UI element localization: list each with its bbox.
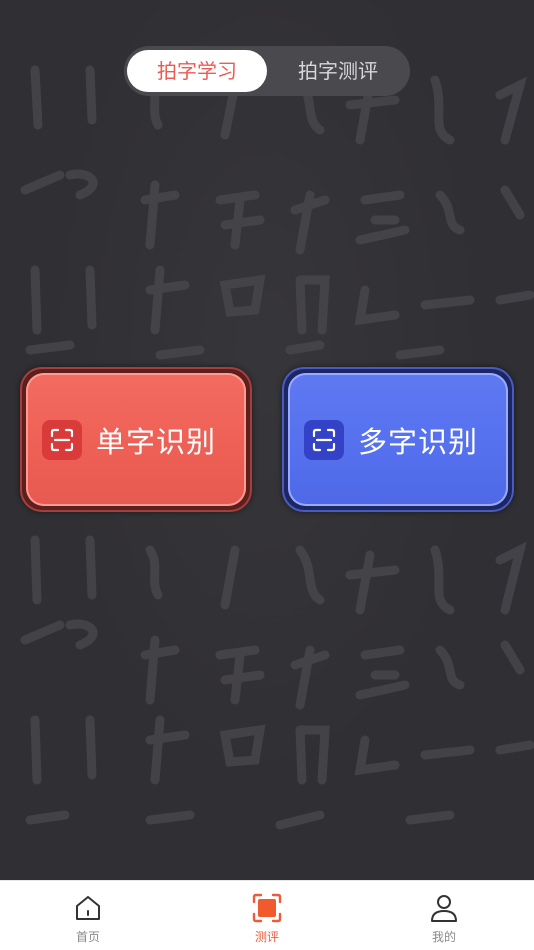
- tab-photo-learning[interactable]: 拍字学习: [127, 50, 267, 92]
- bottom-tab-bar: 首页 测评 我的: [0, 880, 534, 950]
- scan-icon: [304, 419, 344, 460]
- scan-icon: [42, 419, 82, 460]
- tab-evaluation-label: 测评: [254, 930, 279, 944]
- button-face: 多字识别: [288, 373, 508, 506]
- scan-square-icon: [252, 892, 282, 924]
- multi-character-recognition-button[interactable]: 多字识别: [282, 367, 514, 512]
- button-face: 单字识别: [26, 373, 246, 506]
- mode-segmented-control: 拍字学习 拍字测评: [124, 46, 410, 96]
- single-character-recognition-button[interactable]: 单字识别: [20, 367, 252, 512]
- user-icon: [429, 892, 459, 924]
- tab-home-label: 首页: [75, 930, 100, 944]
- tab-home[interactable]: 首页: [28, 881, 148, 950]
- multi-recognition-label: 多字识别: [358, 424, 479, 459]
- single-recognition-label: 单字识别: [96, 424, 217, 459]
- home-icon: [73, 892, 103, 924]
- tab-photo-evaluation[interactable]: 拍字测评: [269, 50, 407, 92]
- tab-mine[interactable]: 我的: [384, 881, 504, 950]
- tab-mine-label: 我的: [431, 930, 456, 944]
- tab-evaluation[interactable]: 测评: [207, 881, 327, 950]
